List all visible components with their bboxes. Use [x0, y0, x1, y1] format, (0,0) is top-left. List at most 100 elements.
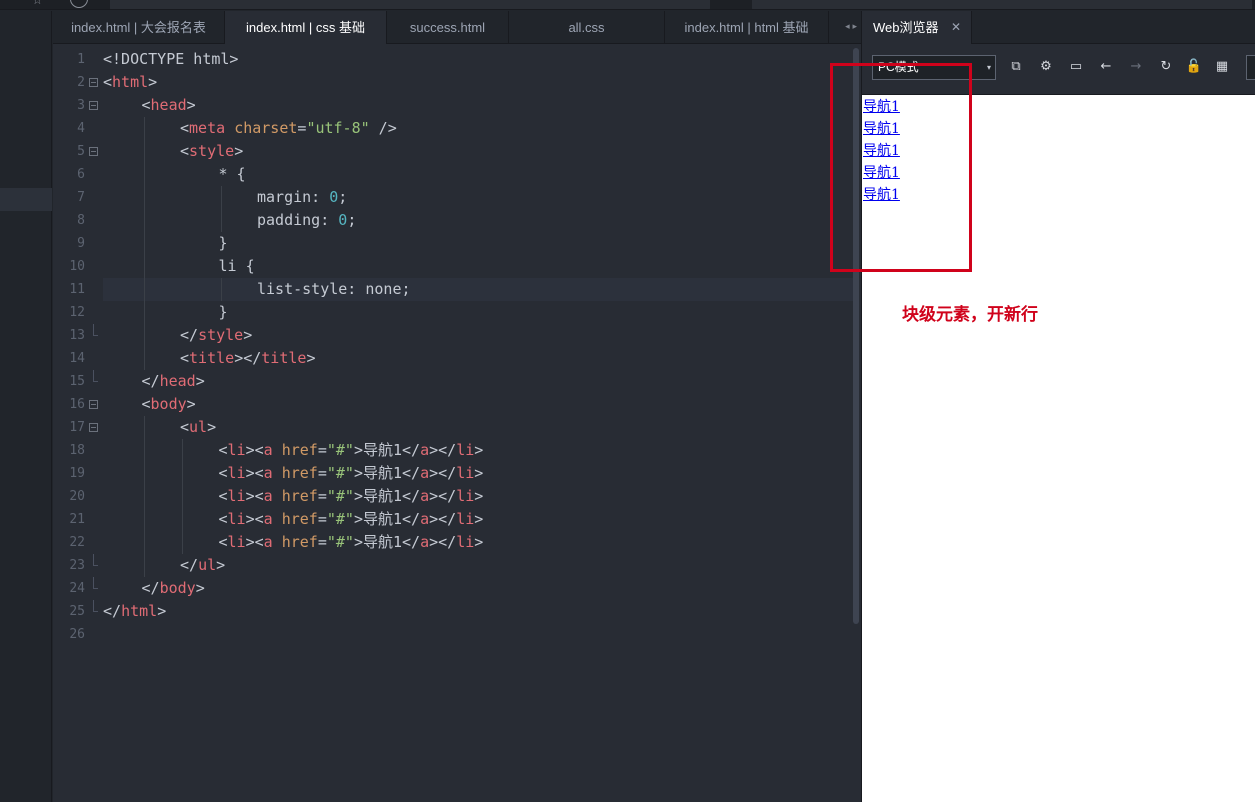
code-line[interactable]: 1 <!DOCTYPE html>: [53, 48, 861, 71]
code-text: <li><a href="#">导航1</a></li>: [218, 441, 484, 459]
file-tree-selected-item[interactable]: [0, 188, 52, 211]
refresh-icon[interactable]: ↻: [1157, 58, 1175, 76]
file-tree-sidebar: [0, 11, 52, 802]
code-line[interactable]: 20 <li><a href="#">导航1</a></li>: [53, 485, 861, 508]
code-text: <html>: [103, 73, 158, 91]
line-number: 11: [69, 282, 85, 297]
code-text: </html>: [103, 602, 167, 620]
code-line[interactable]: 7 margin: 0;: [53, 186, 861, 209]
line-number: 22: [69, 535, 85, 550]
fold-toggle-icon[interactable]: [89, 423, 98, 432]
line-number: 2: [77, 75, 85, 90]
line-number: 13: [69, 328, 85, 343]
url-input[interactable]: [1246, 55, 1255, 80]
browser-tab[interactable]: Web浏览器 ✕: [862, 11, 972, 44]
code-text: </style>: [180, 326, 253, 344]
editor-tab-bar: index.html | 大会报名表 index.html | css 基础 s…: [53, 11, 861, 44]
console-icon[interactable]: ▭: [1067, 58, 1085, 76]
code-line[interactable]: 23 </ul>: [53, 554, 861, 577]
line-number: 15: [69, 374, 85, 389]
annotation-note: 块级元素，开新行: [902, 305, 1038, 325]
code-line[interactable]: 25 </html>: [53, 600, 861, 623]
open-external-icon[interactable]: ⧉: [1007, 58, 1025, 76]
code-line[interactable]: 2 <html>: [53, 71, 861, 94]
code-line[interactable]: 18 <li><a href="#">导航1</a></li>: [53, 439, 861, 462]
fold-end-marker: [93, 600, 98, 612]
code-text: <title></title>: [180, 349, 316, 367]
code-line[interactable]: 26: [53, 623, 861, 646]
line-number: 9: [77, 236, 85, 251]
line-number: 3: [77, 98, 85, 113]
code-editor[interactable]: 1 <!DOCTYPE html> 2 <html> 3 <head> 4 <meta cha…: [53, 44, 861, 802]
code-line[interactable]: 11 list-style: none;: [53, 278, 861, 301]
code-line[interactable]: 19 <li><a href="#">导航1</a></li>: [53, 462, 861, 485]
line-number: 26: [69, 627, 85, 642]
code-line[interactable]: 16 <body>: [53, 393, 861, 416]
line-number: 12: [69, 305, 85, 320]
code-text: list-style: none;: [257, 280, 411, 298]
fold-toggle-icon[interactable]: [89, 78, 98, 87]
settings-icon[interactable]: ⚙: [1037, 58, 1055, 76]
code-line[interactable]: 21 <li><a href="#">导航1</a></li>: [53, 508, 861, 531]
fold-end-marker: [93, 577, 98, 589]
line-number: 16: [69, 397, 85, 412]
code-line[interactable]: 3 <head>: [53, 94, 861, 117]
editor-tab[interactable]: success.html: [387, 11, 509, 44]
forward-icon[interactable]: →: [1127, 58, 1145, 76]
code-line[interactable]: 17 <ul>: [53, 416, 861, 439]
close-icon[interactable]: ✕: [951, 11, 961, 44]
tab-scroll-arrows[interactable]: ◂ ▸: [845, 11, 857, 44]
code-line[interactable]: 8 padding: 0;: [53, 209, 861, 232]
code-line[interactable]: 5 <style>: [53, 140, 861, 163]
code-line[interactable]: 9}: [53, 232, 861, 255]
line-number: 10: [69, 259, 85, 274]
history-icon[interactable]: [70, 0, 88, 8]
line-number: 17: [69, 420, 85, 435]
qrcode-icon[interactable]: ▦: [1213, 58, 1231, 76]
code-text: </ul>: [180, 556, 226, 574]
code-text: li {: [218, 257, 255, 275]
chevron-down-icon: ▾: [986, 63, 991, 72]
file-search-input[interactable]: [752, 0, 1252, 9]
editor-tab[interactable]: index.html | html 基础: [665, 11, 829, 44]
fold-toggle-icon[interactable]: [89, 101, 98, 110]
line-number: 6: [77, 167, 85, 182]
code-line[interactable]: 22 <li><a href="#">导航1</a></li>: [53, 531, 861, 554]
editor-tab[interactable]: all.css: [509, 11, 665, 44]
editor-tab[interactable]: index.html | 大会报名表: [53, 11, 225, 44]
browser-tab-bar: Web浏览器 ✕: [862, 11, 1255, 44]
browser-tab-title: Web浏览器: [873, 20, 939, 35]
line-number: 19: [69, 466, 85, 481]
code-line[interactable]: 15 </head>: [53, 370, 861, 393]
code-line[interactable]: 12}: [53, 301, 861, 324]
path-bar[interactable]: [110, 0, 710, 9]
code-text: margin: 0;: [257, 188, 348, 206]
line-number: 7: [77, 190, 85, 205]
code-line[interactable]: 13 </style>: [53, 324, 861, 347]
code-line[interactable]: 24 </body>: [53, 577, 861, 600]
line-number: 23: [69, 558, 85, 573]
lock-icon[interactable]: 🔓: [1185, 58, 1203, 76]
line-number: 1: [77, 52, 85, 67]
star-icon[interactable]: ☆: [32, 0, 43, 7]
editor-tab-active[interactable]: index.html | css 基础: [225, 11, 387, 44]
fold-toggle-icon[interactable]: [89, 147, 98, 156]
fold-end-marker: [93, 324, 98, 336]
code-line[interactable]: 6 * {: [53, 163, 861, 186]
code-line[interactable]: 4 <meta charset="utf-8" />: [53, 117, 861, 140]
line-number: 5: [77, 144, 85, 159]
code-line[interactable]: 10 li {: [53, 255, 861, 278]
code-line[interactable]: 14 <title></title>: [53, 347, 861, 370]
line-number: 21: [69, 512, 85, 527]
code-text: * {: [218, 165, 246, 183]
code-text: <li><a href="#">导航1</a></li>: [218, 510, 484, 528]
fold-toggle-icon[interactable]: [89, 400, 98, 409]
line-number: 8: [77, 213, 85, 228]
code-text: <style>: [180, 142, 244, 160]
line-number: 20: [69, 489, 85, 504]
code-text: }: [218, 303, 228, 321]
code-text: <li><a href="#">导航1</a></li>: [218, 487, 484, 505]
line-number: 14: [69, 351, 85, 366]
back-icon[interactable]: ←: [1097, 58, 1115, 76]
code-text: <body>: [141, 395, 196, 413]
